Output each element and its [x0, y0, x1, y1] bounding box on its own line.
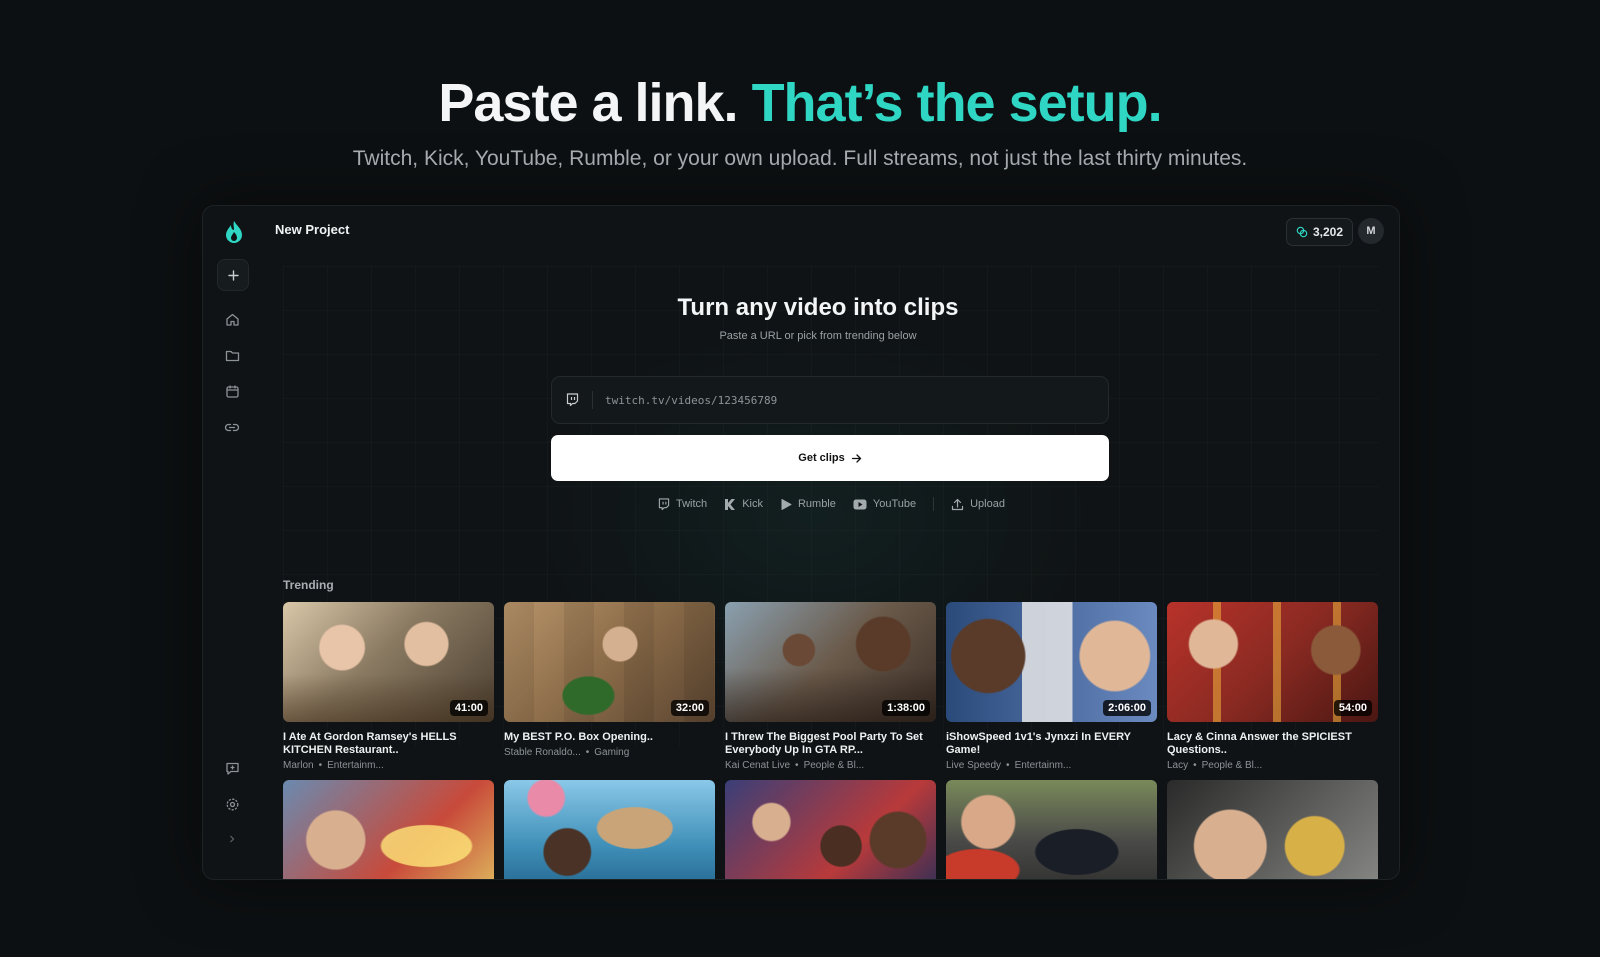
video-card[interactable]	[504, 780, 715, 879]
video-card[interactable]	[946, 780, 1157, 879]
source-rumble[interactable]: Rumble	[780, 498, 836, 511]
video-thumbnail[interactable]	[283, 780, 494, 879]
avatar[interactable]: M	[1358, 218, 1384, 244]
video-title[interactable]: Lacy & Cinna Answer the SPICIEST Questio…	[1167, 731, 1378, 757]
video-thumbnail[interactable]: 1:38:00	[725, 602, 936, 722]
source-label: YouTube	[872, 498, 917, 510]
url-input-box[interactable]	[551, 376, 1109, 424]
folder-icon	[225, 350, 239, 361]
video-thumbnail[interactable]: 32:00	[504, 602, 715, 722]
source-kick[interactable]: Kick	[724, 498, 763, 511]
video-thumbnail[interactable]	[946, 780, 1157, 879]
main-title: Turn any video into clips	[677, 294, 959, 321]
video-meta: Kai Cenat Live • People & Bl...	[725, 760, 865, 771]
video-meta: Lacy • People & Bl...	[1167, 760, 1263, 771]
get-clips-button[interactable]: Get clips	[551, 435, 1109, 481]
source-label: Rumble	[797, 498, 836, 510]
video-duration: 54:00	[1333, 700, 1372, 716]
source-upload[interactable]: Upload	[951, 498, 1005, 511]
video-channel[interactable]: Stable Ronaldo...	[504, 747, 581, 758]
gear-icon	[226, 798, 238, 810]
youtube-icon	[853, 499, 867, 509]
video-title[interactable]: I Threw The Biggest Pool Party To Set Ev…	[725, 731, 936, 757]
video-thumbnail[interactable]	[725, 780, 936, 879]
video-card[interactable]: 41:00 I Ate At Gordon Ramsey's HELLS KIT…	[283, 602, 494, 771]
video-thumbnail[interactable]: 41:00	[283, 602, 494, 722]
video-title[interactable]: iShowSpeed 1v1's Jynxzi In EVERY Game!	[946, 731, 1157, 757]
arrow-right-icon	[851, 453, 862, 463]
video-meta: Marlon • Entertainm...	[283, 760, 384, 771]
chevron-right-icon	[230, 835, 235, 843]
video-card[interactable]: 32:00 My BEST P.O. Box Opening.. Stable …	[504, 602, 715, 758]
app-window: New Project 3,202 M Turn any video into …	[202, 205, 1400, 880]
hero-title-accent: That’s the setup.	[751, 73, 1163, 133]
get-clips-label: Get clips	[798, 452, 845, 464]
video-card[interactable]	[283, 780, 494, 879]
video-title[interactable]: I Ate At Gordon Ramsey's HELLS KITCHEN R…	[283, 731, 494, 757]
credits-count: 3,202	[1313, 225, 1344, 239]
video-channel[interactable]: Live Speedy	[946, 760, 1001, 771]
credits-badge[interactable]: 3,202	[1286, 218, 1354, 246]
plus-icon	[227, 269, 239, 281]
hero-title: Paste a link. That’s the setup.	[0, 72, 1600, 134]
source-label: Twitch	[676, 498, 708, 510]
video-category: Gaming	[594, 747, 630, 758]
twitch-icon	[658, 497, 670, 510]
video-duration: 1:38:00	[882, 700, 930, 716]
video-category: People & Bl...	[803, 760, 865, 771]
new-project-button[interactable]	[217, 259, 249, 291]
hero-title-main: Paste a link.	[438, 73, 738, 133]
main-subtitle: Paste a URL or pick from trending below	[719, 330, 917, 342]
video-card[interactable]	[1167, 780, 1378, 879]
rumble-icon	[781, 498, 792, 510]
sidebar-item-settings[interactable]	[217, 789, 247, 819]
video-thumbnail[interactable]	[1167, 780, 1378, 879]
logo-icon[interactable]	[223, 220, 245, 246]
hero-subtitle: Twitch, Kick, YouTube, Rumble, or your o…	[352, 147, 1248, 170]
video-duration: 32:00	[670, 700, 709, 716]
source-label: Upload	[970, 498, 1005, 510]
source-youtube[interactable]: YouTube	[853, 498, 916, 510]
video-meta: Stable Ronaldo... • Gaming	[504, 747, 630, 758]
source-twitch[interactable]: Twitch	[658, 497, 708, 511]
project-name[interactable]: New Project	[275, 222, 349, 237]
kick-icon	[725, 498, 736, 510]
video-channel[interactable]: Lacy	[1167, 760, 1188, 771]
source-divider	[933, 497, 935, 511]
video-duration: 41:00	[449, 700, 488, 716]
twitch-icon	[552, 391, 593, 409]
source-label: Kick	[742, 498, 763, 510]
calendar-icon	[225, 385, 239, 398]
video-title[interactable]: My BEST P.O. Box Opening..	[504, 731, 715, 744]
video-card[interactable]	[725, 780, 936, 879]
sidebar-item-links[interactable]	[217, 412, 247, 442]
coins-icon	[1296, 226, 1308, 238]
trending-label: Trending	[283, 578, 334, 592]
video-category: People & Bl...	[1201, 760, 1263, 771]
sidebar-expand-button[interactable]	[217, 824, 247, 854]
video-card[interactable]: 2:06:00 iShowSpeed 1v1's Jynxzi In EVERY…	[946, 602, 1157, 771]
video-duration: 2:06:00	[1103, 700, 1151, 716]
source-list: Twitch Kick Rumble YouTube Upload	[658, 497, 1005, 511]
video-card[interactable]: 1:38:00 I Threw The Biggest Pool Party T…	[725, 602, 936, 771]
upload-icon	[952, 498, 964, 510]
video-thumbnail[interactable]: 54:00	[1167, 602, 1378, 722]
video-category: Entertainm...	[1014, 760, 1072, 771]
video-card[interactable]: 54:00 Lacy & Cinna Answer the SPICIEST Q…	[1167, 602, 1378, 771]
url-input[interactable]	[593, 392, 1108, 408]
video-channel[interactable]: Kai Cenat Live	[725, 760, 790, 771]
link-icon	[224, 423, 240, 431]
video-channel[interactable]: Marlon	[283, 760, 314, 771]
sidebar-item-feedback[interactable]	[217, 753, 247, 783]
feedback-icon	[225, 762, 239, 775]
video-category: Entertainm...	[327, 760, 384, 771]
video-meta: Live Speedy • Entertainm...	[946, 760, 1072, 771]
sidebar-item-folders[interactable]	[217, 340, 247, 370]
sidebar-item-calendar[interactable]	[217, 376, 247, 406]
video-thumbnail[interactable]	[504, 780, 715, 879]
video-thumbnail[interactable]: 2:06:00	[946, 602, 1157, 722]
